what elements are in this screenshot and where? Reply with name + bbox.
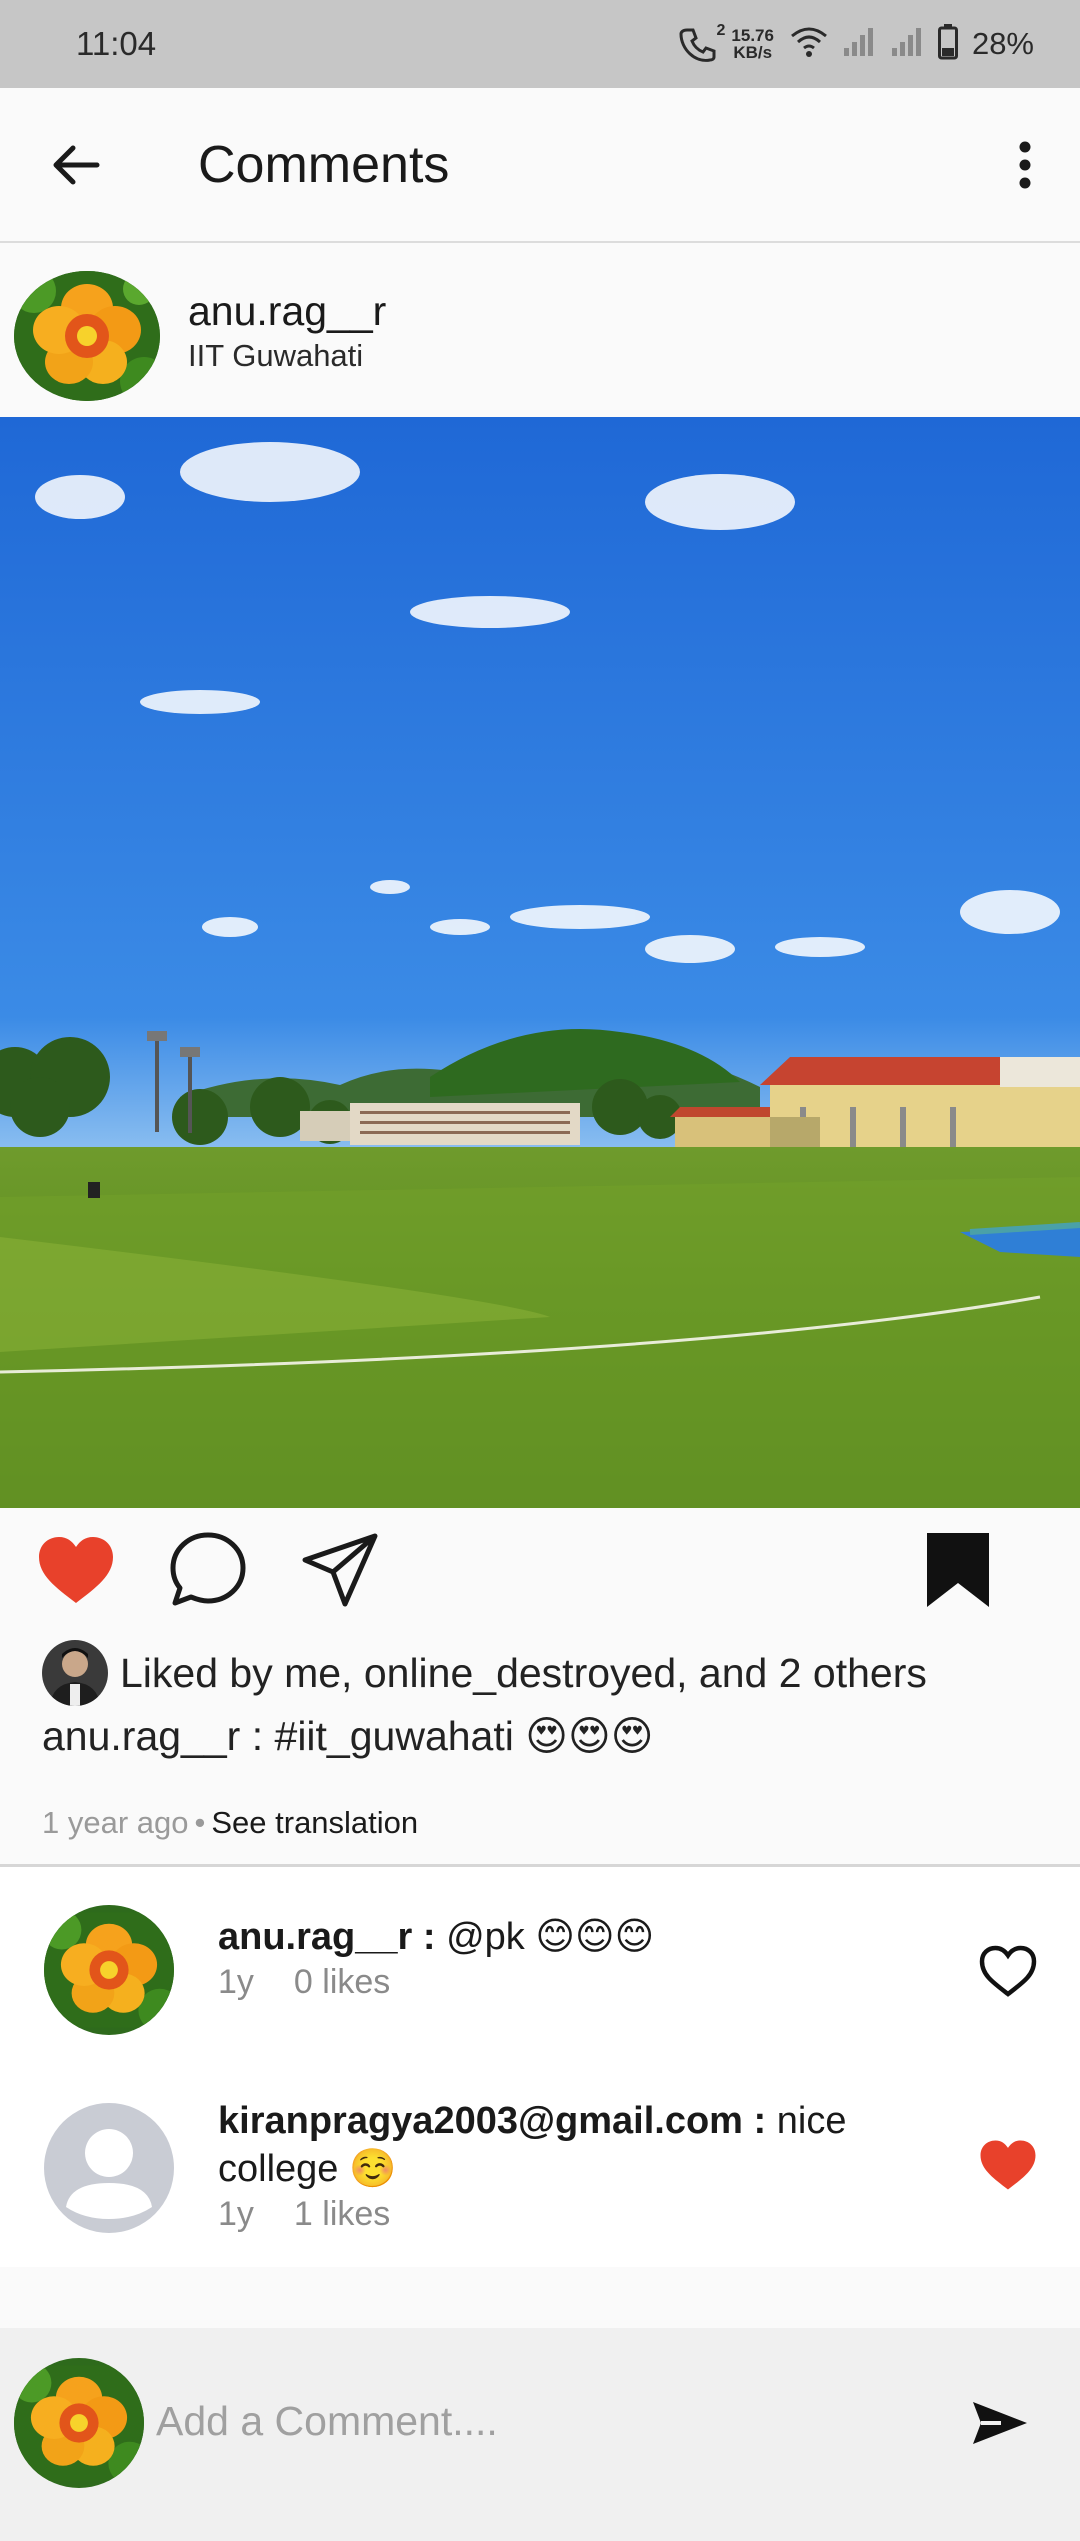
comment-body: anu.rag__r : @pk 😊😊😊 1y 0 likes [218, 1913, 918, 2002]
comment-input[interactable] [156, 2376, 936, 2466]
status-time: 11:04 [76, 25, 157, 62]
comments-list: anu.rag__r : @pk 😊😊😊 1y 0 likes kiranprag… [0, 1867, 1080, 2267]
comment-text-line: anu.rag__r : @pk 😊😊😊 [218, 1913, 918, 1961]
liker-avatar [42, 1640, 108, 1706]
comment-item: kiranpragya2003@gmail.com : nice college… [0, 2100, 1080, 2243]
bookmark-filled-icon [927, 1533, 989, 1607]
comment-age: 1y [218, 1963, 254, 2001]
liked-by-text: Liked by me, online_destroyed, and 2 oth… [120, 1649, 927, 1696]
more-options-button[interactable] [1000, 135, 1050, 195]
post-image[interactable] [0, 417, 1080, 1508]
post-caption: anu.rag__r : #iit_guwahati 😍😍😍 [42, 1712, 653, 1760]
save-button[interactable] [918, 1530, 998, 1610]
call-badge: 2 [716, 22, 726, 39]
share-button[interactable] [300, 1530, 380, 1610]
comment-username[interactable]: anu.rag__r [218, 1916, 412, 1958]
wifi-icon [790, 26, 828, 63]
status-icons: 2 15.76 KB/s 28% [679, 22, 1034, 65]
net-speed-unit: KB/s [733, 43, 773, 62]
post-header: anu.rag__r IIT Guwahati [0, 243, 1080, 417]
comment-avatar[interactable] [44, 2103, 174, 2233]
heart-filled-icon [980, 2140, 1036, 2190]
back-button[interactable] [46, 135, 106, 195]
heart-filled-icon [39, 1537, 113, 1603]
caption-username[interactable]: anu.rag__r [42, 1713, 240, 1759]
comment-bubble-icon [170, 1532, 246, 1606]
comment-body: kiranpragya2003@gmail.com : nice college… [218, 2097, 918, 2234]
current-user-avatar [14, 2358, 144, 2488]
battery-percent: 28% [971, 26, 1034, 61]
net-speed-value: 15.76 [731, 26, 774, 45]
send-paper-plane-icon [302, 1533, 378, 1607]
comment-separator: : [412, 1916, 447, 1958]
page-title: Comments [198, 135, 450, 194]
comment-meta: 1y 0 likes [218, 1963, 918, 2002]
post-meta: 1 year ago • See translation [42, 1805, 418, 1841]
comment-likes[interactable]: 0 likes [294, 1963, 390, 2001]
like-button[interactable] [36, 1530, 116, 1610]
battery-icon [937, 23, 958, 65]
caption-text: #iit_guwahati 😍😍😍 [274, 1713, 654, 1759]
comment-like-button[interactable] [976, 1939, 1040, 2003]
default-user-icon [66, 2129, 152, 2219]
comment-meta: 1y 1 likes [218, 2195, 918, 2234]
comment-likes[interactable]: 1 likes [294, 2195, 390, 2233]
comment-input-bar [0, 2328, 1080, 2541]
heart-outline-icon [979, 1945, 1037, 1997]
status-bar: 11:04 2 15.76 KB/s 28% [0, 0, 1080, 88]
see-translation-link[interactable]: See translation [211, 1805, 418, 1841]
signal-1-icon [842, 26, 876, 63]
comment-avatar[interactable] [44, 1905, 174, 2035]
post-author-username[interactable]: anu.rag__r [188, 288, 386, 335]
comment-text-line: kiranpragya2003@gmail.com : nice college… [218, 2097, 918, 2193]
send-comment-button[interactable] [960, 2388, 1040, 2458]
arrow-left-icon [53, 145, 100, 184]
campus-photo [0, 417, 1080, 1508]
liked-by-row[interactable]: Liked by me, online_destroyed, and 2 oth… [42, 1640, 927, 1706]
meta-dot: • [194, 1805, 206, 1840]
comment-separator: : [742, 2100, 777, 2142]
network-speed: 15.76 KB/s [731, 27, 774, 61]
more-vertical-icon [1019, 141, 1031, 188]
comment-button[interactable] [168, 1530, 248, 1610]
post-location[interactable]: IIT Guwahati [188, 338, 363, 374]
comment-age: 1y [218, 2195, 254, 2233]
comment-username[interactable]: kiranpragya2003@gmail.com [218, 2100, 743, 2142]
post-actions [0, 1508, 1080, 1628]
comment-item: anu.rag__r : @pk 😊😊😊 1y 0 likes [0, 1905, 1080, 2045]
comment-like-button[interactable] [976, 2133, 1040, 2197]
flower-avatar-image [14, 271, 160, 401]
post-author-avatar[interactable] [14, 271, 160, 401]
app-bar: Comments [0, 88, 1080, 243]
caption-separator: : [240, 1713, 275, 1759]
comment-text: @pk 😊😊😊 [446, 1916, 655, 1958]
wifi-calling-icon: 2 [679, 22, 725, 62]
signal-2-icon [890, 26, 924, 63]
send-icon [973, 2402, 1027, 2444]
post-time-ago: 1 year ago [42, 1805, 189, 1840]
